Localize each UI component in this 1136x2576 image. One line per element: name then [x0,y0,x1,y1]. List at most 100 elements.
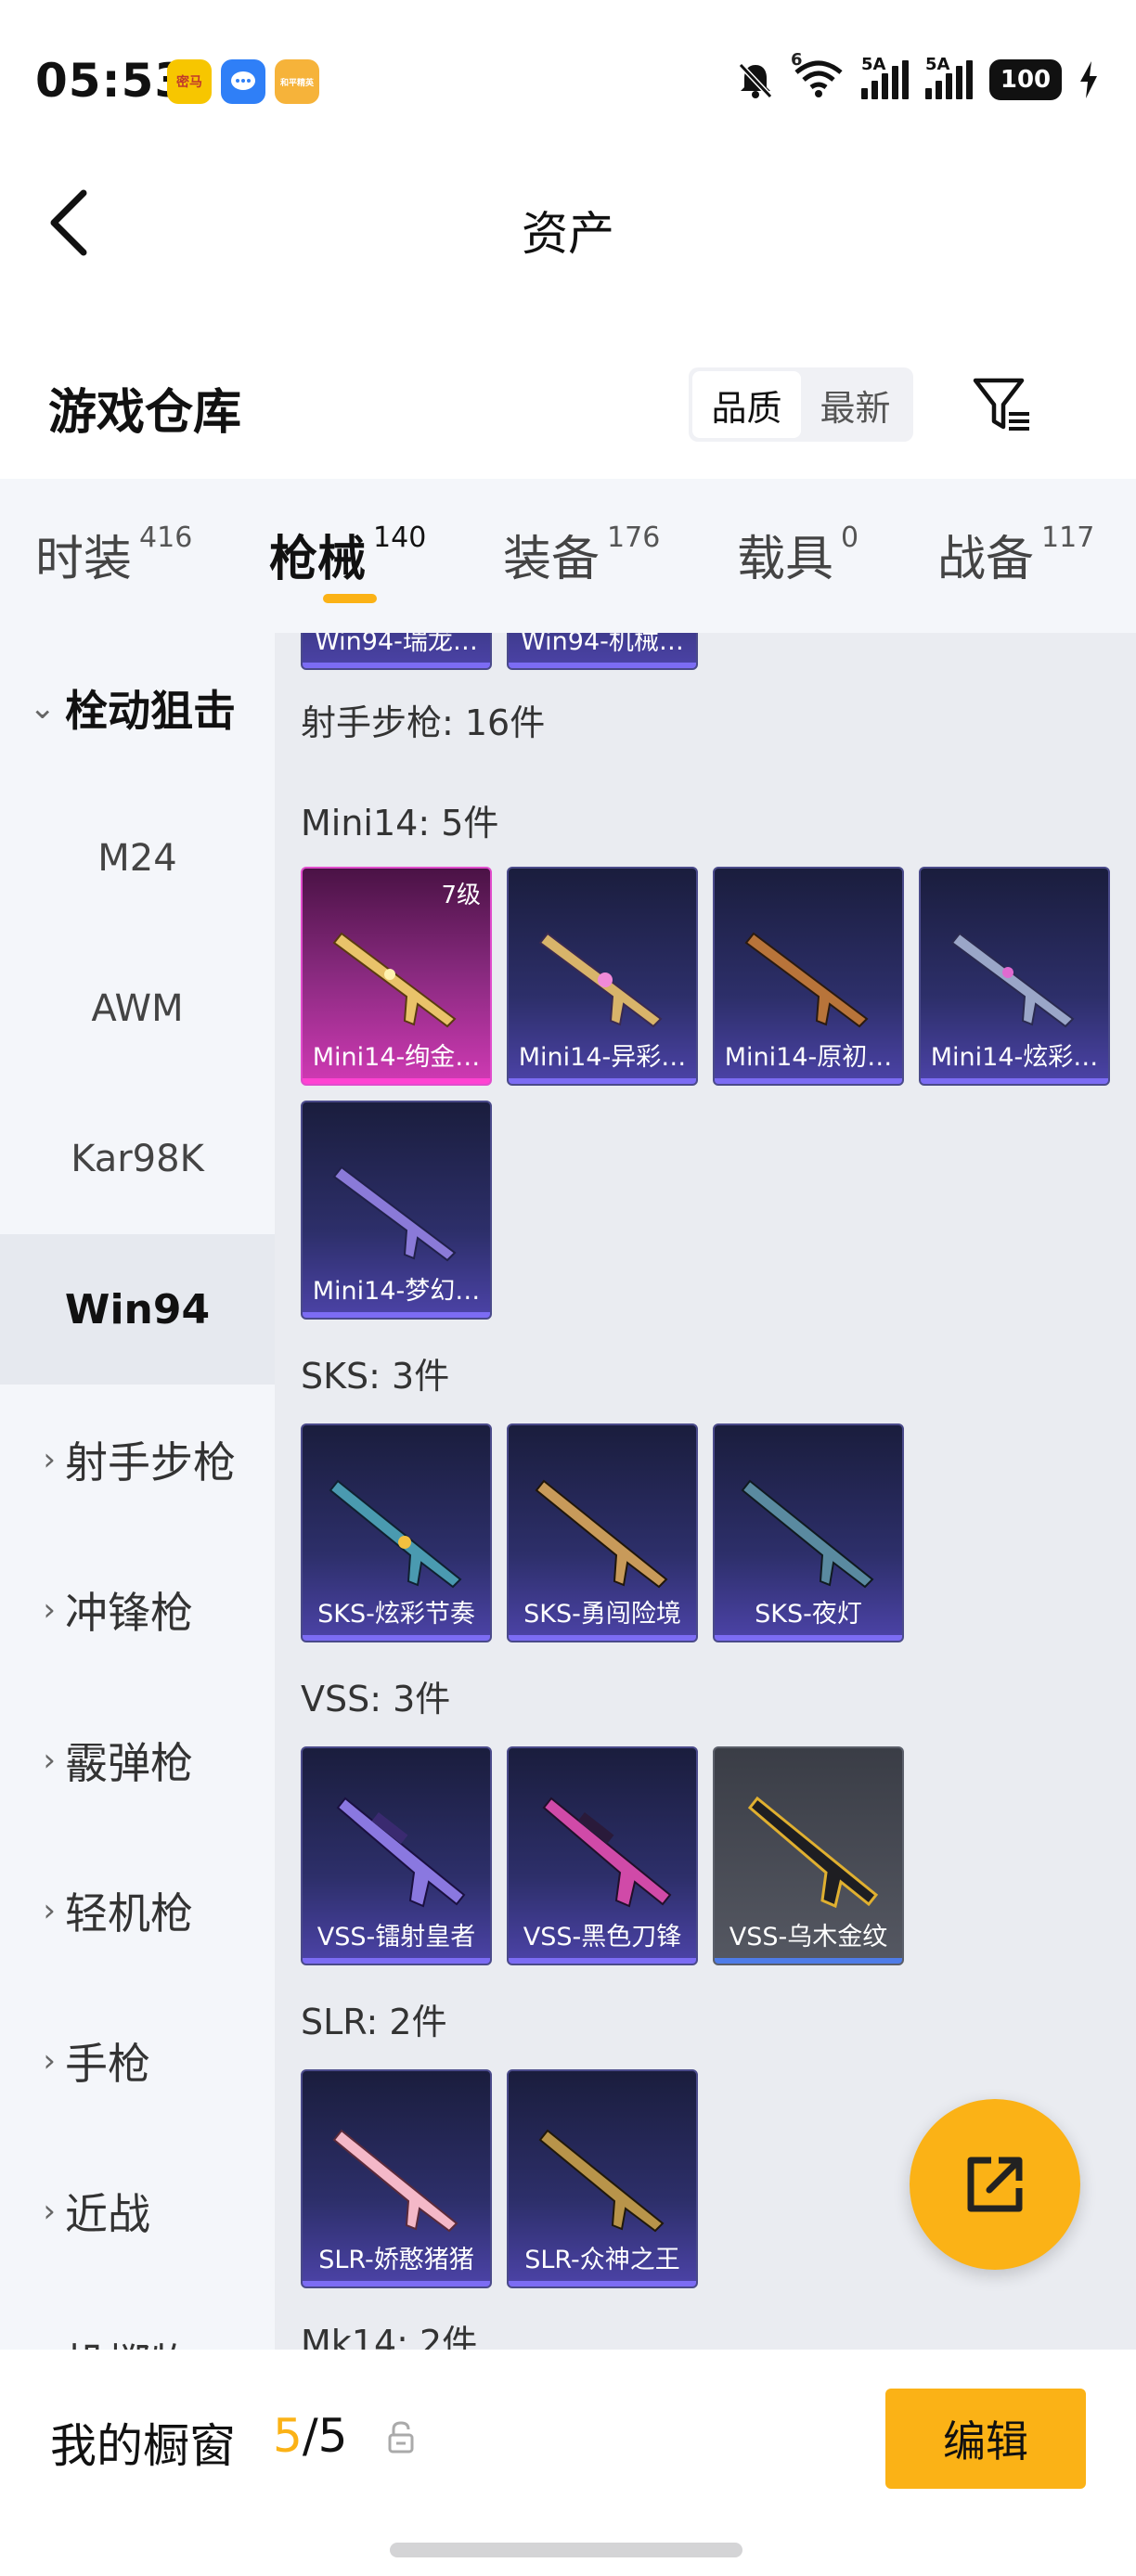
weapon-name: SKS-炫彩节奏 [317,1600,475,1629]
rifle-icon [329,1479,462,1589]
bottom-bar: 我的橱窗 5/5 编辑 [0,2350,1136,2576]
share-export-icon [967,2157,1023,2212]
weapon-name: VSS-镭射皇者 [316,1923,476,1951]
rifle-icon [741,1479,874,1589]
weapon-card[interactable]: VSS-镭射皇者 [301,1746,492,1965]
tab-fashion[interactable]: 时装 416 [35,520,192,589]
share-fab-button[interactable] [910,2099,1080,2270]
sidebar-item-marksman[interactable]: › 射手步枪 [0,1385,275,1535]
weapon-name: SKS-夜灯 [755,1600,862,1629]
category-tabs: 时装 416 枪械 140 装备 176 载具 0 战备 117 [0,479,1136,633]
app-notification-icon: 密马 [167,59,212,104]
status-indicators: 6 5A 5A 100 [735,50,1099,102]
tab-vehicles[interactable]: 载具 0 [737,520,858,589]
weapon-card[interactable]: SKS-夜灯 [713,1423,904,1642]
tab-count: 176 [607,522,661,554]
tab-label: 战备 [937,532,1035,587]
filter-icon [973,378,1029,431]
weapon-name: Mini14-梦幻… [312,1277,481,1306]
sidebar-item-throwable[interactable]: › 投掷物 [0,2286,275,2350]
section-header: SLR: 2件 [301,2002,447,2042]
charging-icon [1080,61,1097,98]
weapon-name: Mini14-绚金… [312,1043,481,1072]
weapon-name: Win94-机械… [521,633,684,656]
chevron-right-icon: › [43,1892,56,1929]
tab-count: 0 [841,522,859,554]
weapon-name: Mini14-异彩… [518,1043,687,1072]
signal-icon: 5A [861,55,909,99]
rifle-icon [332,2129,458,2233]
sort-newest-button[interactable]: 最新 [801,371,910,438]
weapon-card[interactable]: Mini14-原初… [713,867,904,1086]
chevron-down-icon: ⌄ [29,689,57,727]
rifle-icon [538,2129,665,2233]
showcase-label: 我的橱窗 [50,2419,236,2473]
weapon-card[interactable]: SKS-炫彩节奏 [301,1423,492,1642]
weapon-name: VSS-乌木金纹 [729,1923,888,1951]
section-header: SKS: 3件 [301,1356,450,1397]
rifle-icon [950,932,1075,1028]
edit-button[interactable]: 编辑 [885,2389,1086,2489]
weapon-card[interactable]: Mini14-炫彩… [919,867,1110,1086]
tab-count: 140 [373,522,427,554]
tab-supplies[interactable]: 战备 117 [937,520,1094,589]
weapon-name: SLR-众神之王 [524,2246,680,2274]
tab-equipment[interactable]: 装备 176 [503,520,660,589]
chevron-right-icon: › [43,1441,56,1478]
section-header: 射手步枪: 16件 [301,702,546,743]
section-header: Mk14: 2件 [301,2323,478,2350]
signal-icon-2: 5A [925,55,973,99]
chevron-right-icon: › [43,2042,56,2080]
rifle-icon [332,932,457,1028]
weapon-card[interactable]: SLR-众神之王 [507,2069,698,2288]
sort-quality-button[interactable]: 品质 [692,371,801,438]
sidebar-item-shotgun[interactable]: › 霰弹枪 [0,1685,275,1835]
status-bar: 05:53 密马 和平精英 6 5A 5A 100 [0,0,1136,148]
rifle-icon [336,1797,466,1908]
app-header: 资产 [0,148,1136,297]
tab-label: 枪械 [269,532,367,587]
sidebar-item-win94[interactable]: Win94 [0,1234,275,1385]
weapon-card[interactable]: SKS-勇闯险境 [507,1423,698,1642]
filter-button[interactable] [965,367,1039,442]
lock-icon [388,2421,414,2454]
tab-count: 117 [1041,522,1095,554]
weapon-card[interactable]: Win94-瑞龙… [301,633,492,670]
chevron-right-icon: › [43,2193,56,2230]
chevron-right-icon: › [0,2343,65,2350]
home-indicator[interactable] [390,2543,742,2557]
tab-label: 载具 [737,532,834,587]
tab-count: 416 [139,522,193,554]
chevron-right-icon: › [43,1591,56,1629]
game-app-icon: 和平精英 [275,59,319,104]
level-badge: 7级 [441,882,481,909]
tab-label: 时装 [35,532,133,587]
sidebar-item-melee[interactable]: › 近战 [0,2136,275,2286]
sidebar-item-smg[interactable]: › 冲锋枪 [0,1535,275,1685]
sidebar-item-pistol[interactable]: › 手枪 [0,1986,275,2136]
sidebar-item-m24[interactable]: M24 [0,783,275,934]
weapon-type-sidebar: ⌄ 栓动狙击 M24 AWM Kar98K Win94 › 射手步枪 › 冲锋枪… [0,633,275,2350]
sidebar-item-lmg[interactable]: › 轻机枪 [0,1835,275,1986]
tab-firearms[interactable]: 枪械 140 [269,520,426,589]
weapon-name: VSS-黑色刀锋 [523,1923,682,1951]
section-header: Mini14: 5件 [301,803,499,844]
notification-app-icons: 密马 和平精英 [167,59,319,104]
sidebar-item-kar98k[interactable]: Kar98K [0,1084,275,1234]
page-title: 资产 [522,207,614,261]
showcase-count: 5/5 [273,2409,348,2463]
weapon-card[interactable]: SLR-娇憨猪猪 [301,2069,492,2288]
sidebar-item-bolt-action[interactable]: ⌄ 栓动狙击 [0,633,275,783]
weapon-card[interactable]: VSS-黑色刀锋 [507,1746,698,1965]
weapon-card[interactable]: Mini14-梦幻… [301,1101,492,1320]
mute-bell-icon [738,62,773,99]
weapon-card[interactable]: Mini14-异彩… [507,867,698,1086]
wifi-icon: 6 [791,50,845,102]
weapon-grid: Win94-瑞龙… Win94-机械… 射手步枪: 16件 Mini14: 5件… [275,633,1136,2350]
sidebar-item-awm[interactable]: AWM [0,934,275,1084]
rifle-icon [542,1797,672,1908]
weapon-card[interactable]: VSS-乌木金纹 [713,1746,904,1965]
weapon-card[interactable]: Win94-机械… [507,633,698,670]
weapon-name: SKS-勇闯险境 [523,1600,681,1629]
weapon-card[interactable]: 7级 Mini14-绚金… [301,867,492,1086]
